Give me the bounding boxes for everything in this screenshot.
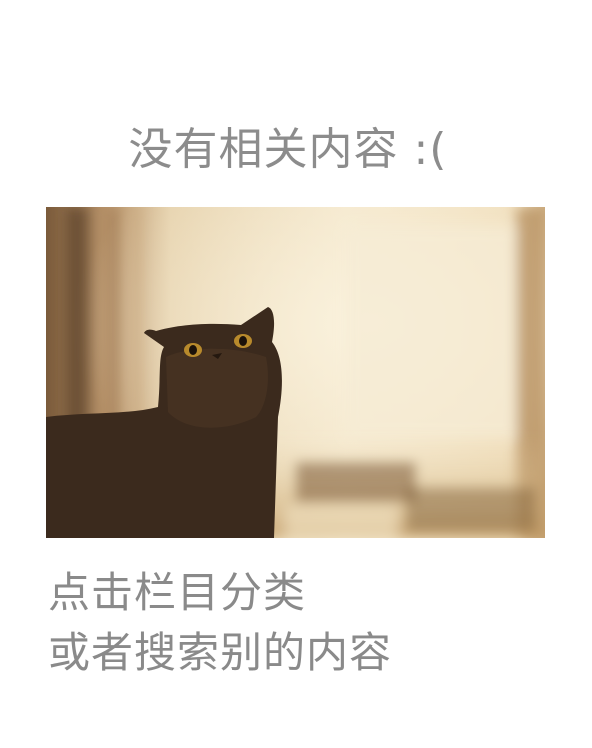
empty-state-title: 没有相关内容 :( — [128, 124, 448, 175]
empty-state-page: 没有相关内容 :(点击栏目分类 或者搜索别的内容 — [0, 0, 592, 748]
empty-state-hint-line-2: 或者搜索别的内容 — [48, 628, 393, 677]
empty-state-cat-photo — [46, 207, 545, 538]
empty-state-hint-line-1: 点击栏目分类 — [48, 568, 307, 617]
cat-photo-illustration — [46, 207, 545, 538]
